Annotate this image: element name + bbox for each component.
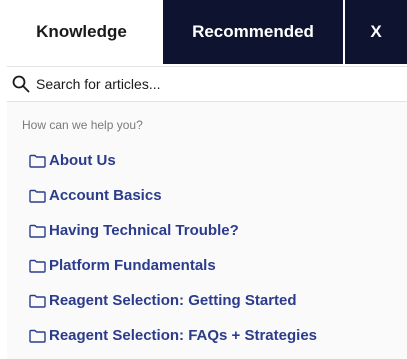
close-button-label: X	[370, 22, 382, 41]
folder-icon	[29, 154, 46, 168]
search-icon	[10, 73, 32, 95]
category-item-technical-trouble[interactable]: Having Technical Trouble?	[29, 213, 317, 248]
tab-knowledge[interactable]: Knowledge	[0, 0, 163, 64]
tab-recommended[interactable]: Recommended	[163, 0, 343, 64]
knowledge-widget: Knowledge Recommended X How can we help …	[0, 0, 407, 359]
category-label: About Us	[49, 152, 116, 169]
category-item-reagent-faqs[interactable]: Reagent Selection: FAQs + Strategies	[29, 318, 317, 353]
category-item-reagent-getting-started[interactable]: Reagent Selection: Getting Started	[29, 283, 317, 318]
folder-icon	[29, 189, 46, 203]
category-list: About Us Account Basics Having Technical…	[29, 143, 317, 353]
tab-recommended-label: Recommended	[192, 22, 314, 41]
folder-icon	[29, 294, 46, 308]
help-heading: How can we help you?	[22, 118, 143, 132]
tab-knowledge-label: Knowledge	[36, 22, 127, 41]
folder-icon	[29, 224, 46, 238]
category-item-about-us[interactable]: About Us	[29, 143, 317, 178]
category-label: Reagent Selection: FAQs + Strategies	[49, 327, 318, 344]
category-label: Having Technical Trouble?	[49, 222, 239, 239]
close-button[interactable]: X	[343, 0, 407, 64]
folder-icon	[29, 259, 46, 273]
folder-icon	[29, 329, 46, 343]
category-label: Reagent Selection: Getting Started	[49, 292, 297, 309]
category-item-account-basics[interactable]: Account Basics	[29, 178, 317, 213]
tab-bar: Knowledge Recommended X	[0, 0, 407, 64]
category-item-platform-fundamentals[interactable]: Platform Fundamentals	[29, 248, 317, 283]
category-label: Platform Fundamentals	[49, 257, 216, 274]
category-label: Account Basics	[49, 187, 162, 204]
search-input[interactable]	[36, 76, 376, 92]
search-bar	[7, 66, 407, 102]
